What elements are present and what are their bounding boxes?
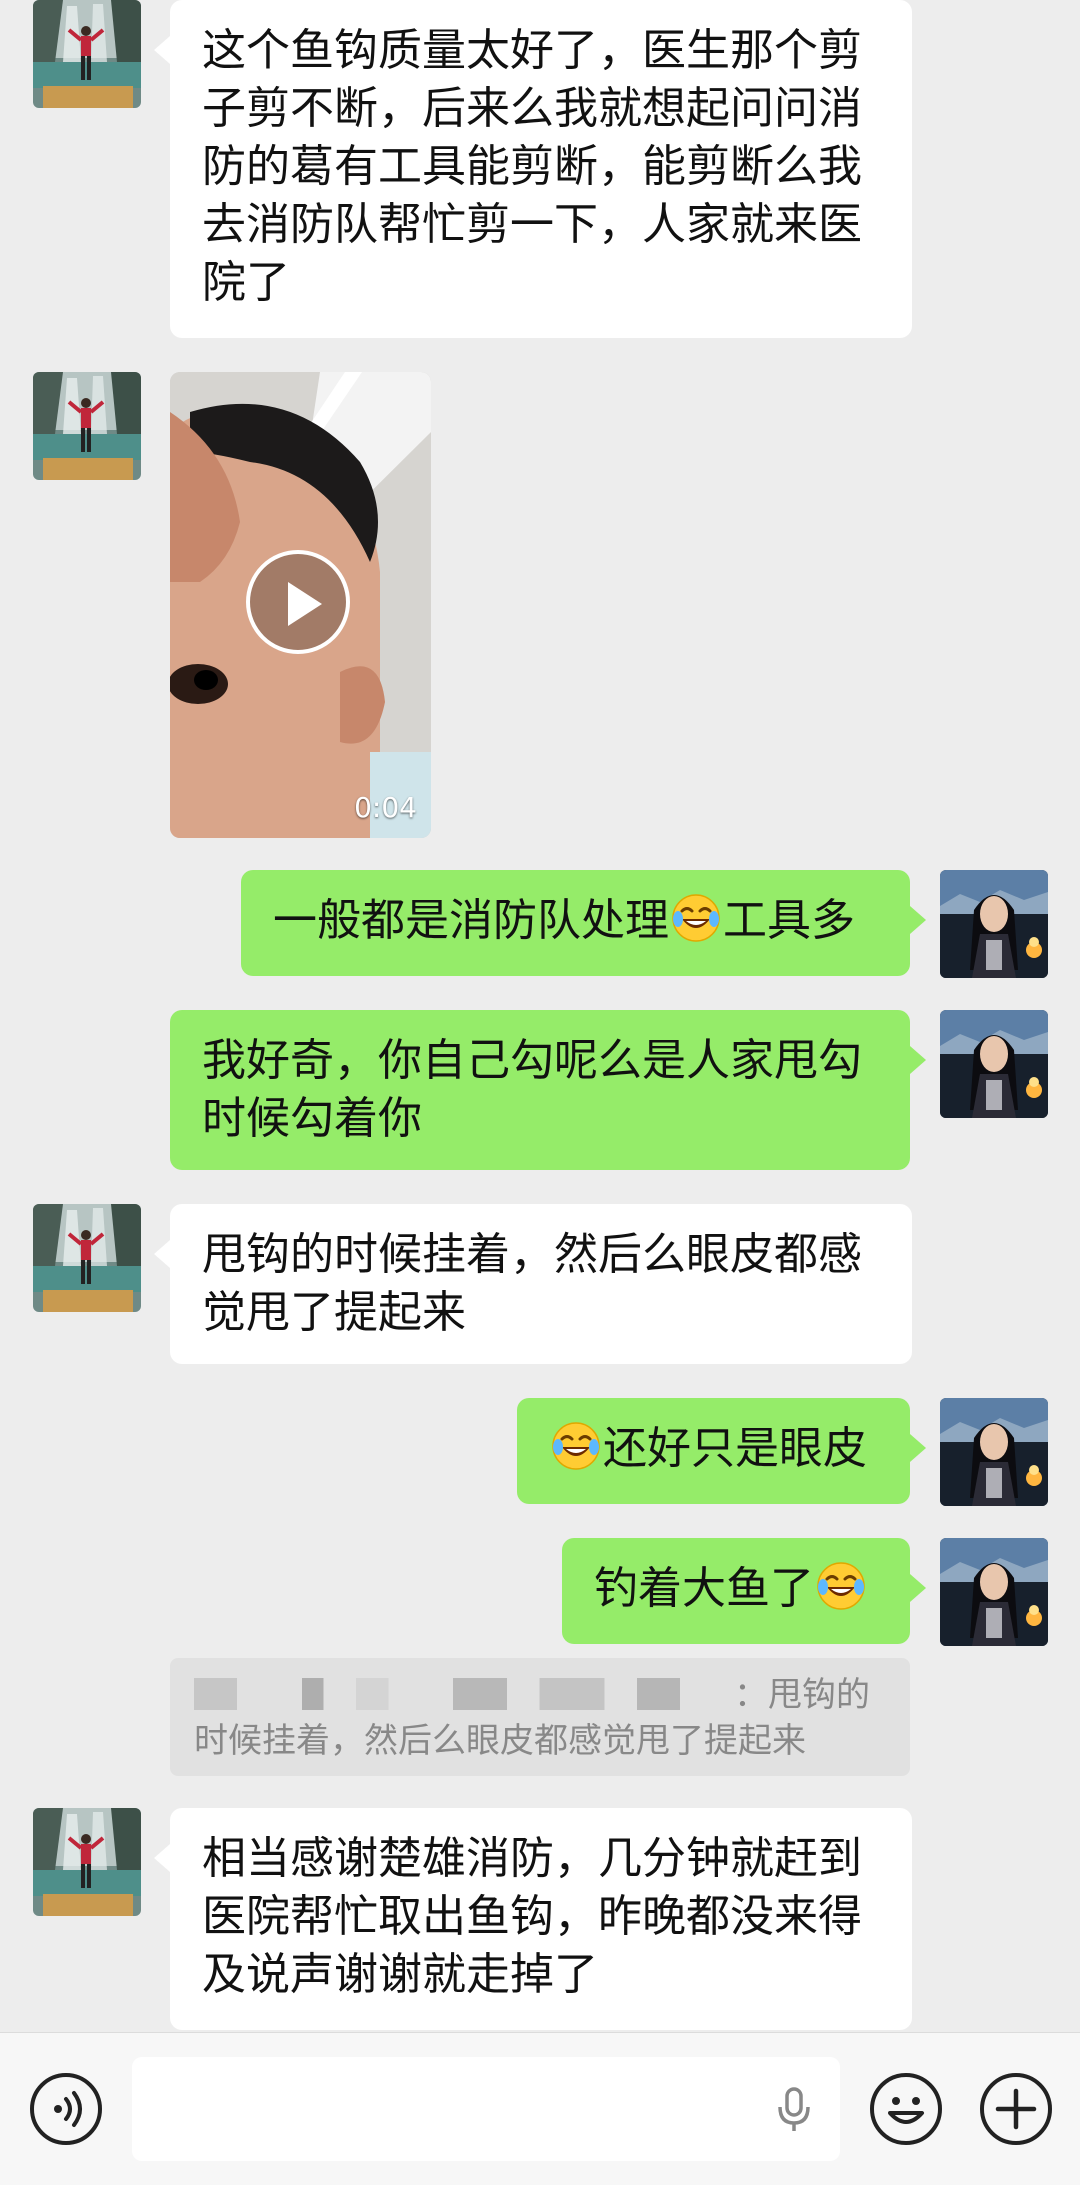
video-message[interactable]: 0:04 [170,372,431,838]
message-text: 工具多 [723,895,855,946]
my-avatar-image [940,1010,1048,1118]
contact-avatar[interactable] [33,0,141,108]
play-button[interactable] [246,550,350,654]
my-avatar[interactable] [940,870,1048,978]
my-avatar-image [940,870,1048,978]
message-bubble-outgoing[interactable]: 钓着大鱼了 [562,1538,926,1644]
microphone-icon[interactable] [770,2085,818,2133]
contact-avatar[interactable] [33,1808,141,1916]
blurred-sender-name [194,1678,734,1710]
contact-avatar-image [33,1808,141,1916]
laughing-tears-emoji-icon [551,1421,601,1471]
quoted-message[interactable]: ：甩钩的时候挂着，然后么眼皮都感觉甩了提起来 [170,1658,910,1776]
my-avatar-image [940,1538,1048,1646]
laughing-tears-emoji-icon [816,1561,866,1611]
my-avatar[interactable] [940,1010,1048,1118]
contact-avatar[interactable] [33,1204,141,1312]
message-bubble-incoming[interactable]: 相当感谢楚雄消防，几分钟就赶到医院帮忙取出鱼钩，昨晚都没来得及说声谢谢就走掉了 [154,1808,912,2030]
message-text: 我好奇，你自己勾呢么是人家甩勾时候勾着你 [202,1035,862,1144]
message-bubble-outgoing[interactable]: 我好奇，你自己勾呢么是人家甩勾时候勾着你 [170,1010,926,1170]
video-duration: 0:04 [354,791,417,824]
message-input[interactable] [132,2057,840,2161]
message-bubble-outgoing[interactable]: 一般都是消防队处理 工具多 [241,870,926,976]
my-avatar[interactable] [940,1538,1048,1646]
my-avatar-image [940,1398,1048,1506]
my-avatar[interactable] [940,1398,1048,1506]
contact-avatar-image [33,372,141,480]
message-text: 甩钩的时候挂着，然后么眼皮都感觉甩了提起来 [202,1229,862,1338]
message-text: 这个鱼钩质量太好了，医生那个剪子剪不断，后来么我就想起问问消防的葛有工具能剪断，… [202,25,862,308]
message-text: 相当感谢楚雄消防，几分钟就赶到医院帮忙取出鱼钩，昨晚都没来得及说声谢谢就走掉了 [202,1833,862,2000]
contact-avatar[interactable] [33,372,141,480]
emoji-icon[interactable] [870,2073,942,2145]
laughing-tears-emoji-icon [671,893,721,943]
contact-avatar-image [33,0,141,108]
voice-icon[interactable] [30,2073,102,2145]
message-text: 钓着大鱼了 [594,1563,814,1614]
chat-area[interactable]: 这个鱼钩质量太好了，医生那个剪子剪不断，后来么我就想起问问消防的葛有工具能剪断，… [0,0,1080,2032]
message-bubble-incoming[interactable]: 甩钩的时候挂着，然后么眼皮都感觉甩了提起来 [154,1204,912,1364]
input-bar [0,2032,1080,2185]
message-bubble-outgoing[interactable]: 还好只是眼皮 [517,1398,926,1504]
message-bubble-incoming[interactable]: 这个鱼钩质量太好了，医生那个剪子剪不断，后来么我就想起问问消防的葛有工具能剪断，… [154,0,912,338]
message-text: 还好只是眼皮 [603,1423,867,1474]
message-text: 一般都是消防队处理 [273,895,669,946]
contact-avatar-image [33,1204,141,1312]
plus-icon[interactable] [980,2073,1052,2145]
